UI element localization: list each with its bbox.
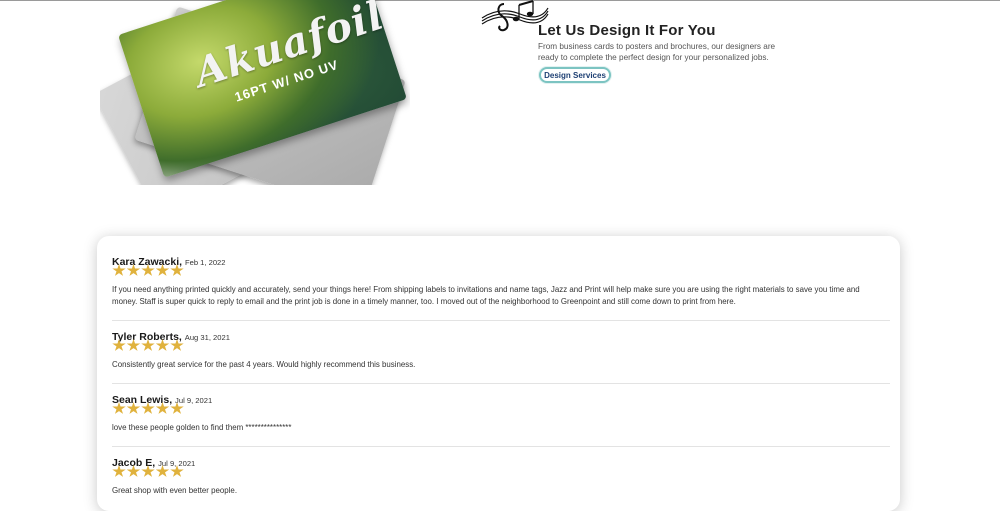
star-icon	[112, 339, 126, 351]
review-text: Consistently great service for the past …	[112, 360, 416, 369]
review-text: Great shop with even better people.	[112, 486, 238, 495]
star-icon	[126, 465, 141, 477]
star-icon	[112, 402, 126, 414]
design-services-title: Let Us Design It For You	[538, 22, 716, 39]
star-icon	[112, 264, 126, 276]
star-rating	[112, 264, 185, 278]
review-divider	[112, 446, 890, 447]
star-icon	[141, 339, 155, 351]
star-icon	[155, 402, 170, 414]
star-icon	[155, 339, 170, 351]
star-icon	[126, 402, 141, 414]
star-icon	[155, 465, 170, 477]
review-divider	[112, 383, 890, 384]
star-icon	[170, 339, 184, 351]
star-icon	[170, 465, 184, 477]
star-icon	[141, 264, 155, 276]
reviews-panel: Kara Zawacki, Feb 1, 2022 If you need an…	[97, 236, 900, 511]
star-icon	[141, 465, 155, 477]
star-rating	[112, 339, 185, 353]
star-icon	[170, 402, 184, 414]
star-icon	[170, 264, 184, 276]
design-services-description: From business cards to posters and broch…	[538, 42, 776, 62]
star-rating	[112, 402, 185, 416]
review-text: love these people golden to find them **…	[112, 423, 292, 432]
review-text: If you need anything printed quickly and…	[112, 285, 860, 306]
review-date: Aug 31, 2021	[184, 333, 230, 342]
star-icon	[126, 339, 141, 351]
review-date: Feb 1, 2022	[184, 258, 226, 267]
star-icon	[112, 465, 126, 477]
star-icon	[126, 264, 141, 276]
star-rating	[112, 465, 185, 479]
star-icon	[155, 264, 170, 276]
review-divider	[112, 320, 890, 321]
akuafoil-card-image: Akuafoil 16PT W/ NO UV	[100, 0, 410, 185]
design-services-button[interactable]: Design Services	[539, 67, 611, 83]
star-icon	[141, 402, 155, 414]
